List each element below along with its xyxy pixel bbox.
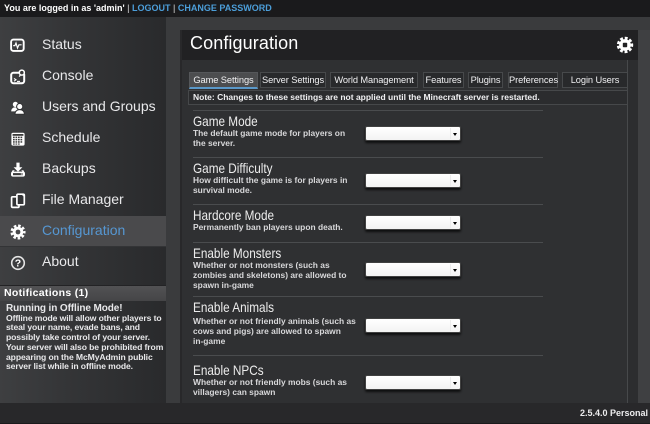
svg-text:?: ? xyxy=(15,258,21,270)
